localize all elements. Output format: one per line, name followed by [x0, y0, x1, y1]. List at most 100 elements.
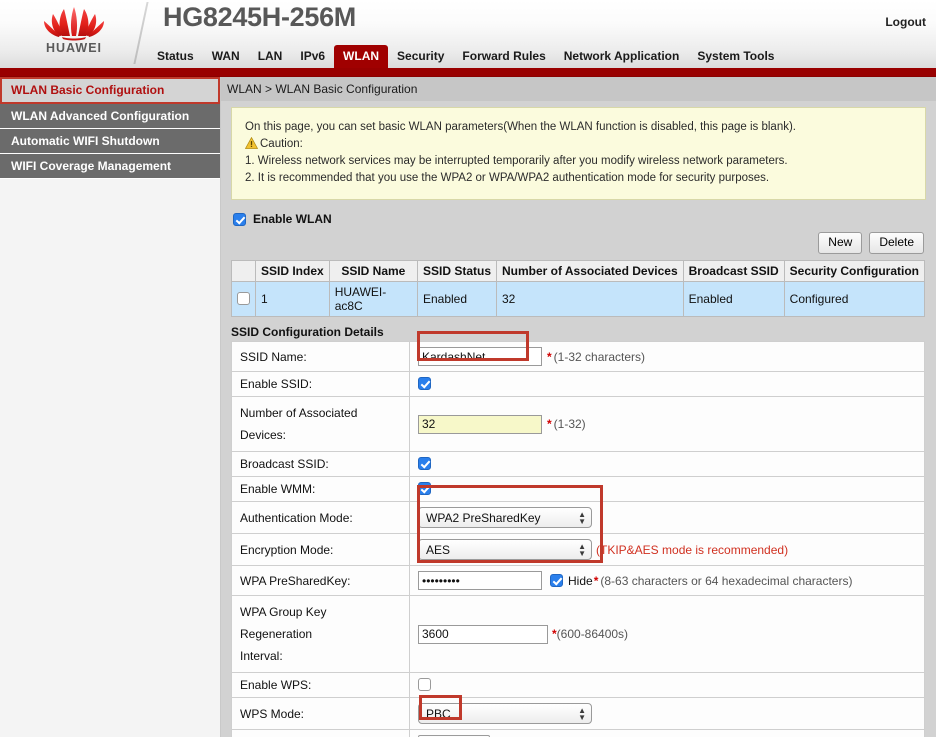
field-enable-wps-cell [410, 673, 925, 698]
nav-item-ipv6[interactable]: IPv6 [291, 45, 334, 68]
row-select-cell[interactable] [232, 282, 256, 317]
chevron-updown-icon: ▲▼ [578, 707, 586, 721]
row-wps-mode: WPS Mode: PBC ▲▼ [232, 698, 925, 730]
cell-security-configuration: Configured [784, 282, 924, 317]
hide-password-checkbox[interactable] [550, 574, 563, 587]
ssid-list-table: SSID Index SSID Name SSID Status Number … [231, 260, 925, 317]
sidebar-item-wlan-basic-configuration[interactable]: WLAN Basic Configuration [0, 77, 220, 104]
label-ssid-name: SSID Name: [232, 342, 410, 372]
logout-link[interactable]: Logout [885, 15, 926, 29]
nav-item-wan[interactable]: WAN [203, 45, 249, 68]
wpa-key-required: * [594, 574, 599, 588]
table-action-buttons: New Delete [221, 232, 924, 254]
row-authentication-mode: Authentication Mode: WPA2 PreSharedKey ▲… [232, 502, 925, 534]
wpa-key-hint: (8-63 characters or 64 hexadecimal chara… [600, 574, 852, 588]
col-ssid-status: SSID Status [417, 261, 496, 282]
col-num-associated-devices: Number of Associated Devices [497, 261, 684, 282]
label-group-key-line1: WPA Group Key Regeneration [240, 601, 401, 645]
field-wps-mode-cell: PBC ▲▼ [410, 698, 925, 730]
label-encryption-mode: Encryption Mode: [232, 534, 410, 566]
enable-wlan-row: Enable WLAN [233, 212, 936, 226]
delete-button[interactable]: Delete [869, 232, 924, 254]
page-body: WLAN Basic Configuration WLAN Advanced C… [0, 77, 936, 737]
chevron-updown-icon: ▲▼ [578, 511, 586, 525]
row-select-checkbox[interactable] [237, 292, 250, 305]
nav-item-network-application[interactable]: Network Application [555, 45, 689, 68]
enable-ssid-checkbox[interactable] [418, 377, 431, 390]
field-wpa-presharedkey-cell: Hide * (8-63 characters or 64 hexadecima… [410, 566, 925, 596]
hide-password-label: Hide [568, 574, 593, 588]
chevron-updown-icon: ▲▼ [578, 543, 586, 557]
field-enable-ssid-cell [410, 372, 925, 397]
nav-item-forward-rules[interactable]: Forward Rules [453, 45, 554, 68]
info-box: On this page, you can set basic WLAN par… [231, 107, 926, 200]
group-key-interval-input[interactable] [418, 625, 548, 644]
wps-mode-value: PBC [426, 707, 451, 721]
enable-wps-checkbox[interactable] [418, 678, 431, 691]
row-group-key-interval: WPA Group Key Regeneration Interval: * (… [232, 596, 925, 673]
brand-text: HUAWEI [22, 41, 126, 55]
label-authentication-mode: Authentication Mode: [232, 502, 410, 534]
field-num-devices-cell: * (1-32) [410, 397, 925, 452]
nav-item-system-tools[interactable]: System Tools [688, 45, 783, 68]
brand-logo: HUAWEI [22, 4, 126, 62]
sidebar-item-wifi-coverage-management[interactable]: WIFI Coverage Management [0, 154, 220, 179]
label-num-associated-devices: Number of Associated Devices: [232, 397, 410, 452]
nav-item-wlan[interactable]: WLAN [334, 45, 388, 68]
field-ssid-name-cell: * (1-32 characters) [410, 342, 925, 372]
info-line-2: 1. Wireless network services may be inte… [245, 153, 912, 170]
enable-wmm-checkbox[interactable] [418, 482, 431, 495]
sidebar-item-wlan-advanced-configuration[interactable]: WLAN Advanced Configuration [0, 104, 220, 129]
content-inner: On this page, you can set basic WLAN par… [221, 107, 936, 737]
info-caution-line: Caution: [245, 136, 912, 153]
label-group-key-line2: Interval: [240, 645, 401, 667]
num-associated-devices-input[interactable] [418, 415, 542, 434]
nav-item-security[interactable]: Security [388, 45, 453, 68]
enable-wlan-label: Enable WLAN [253, 212, 332, 226]
wps-mode-select[interactable]: PBC ▲▼ [418, 703, 592, 724]
wpa-presharedkey-input[interactable] [418, 571, 542, 590]
page-header: HUAWEI HG8245H-256M Logout Status WAN LA… [0, 0, 936, 68]
sidebar-item-automatic-wifi-shutdown[interactable]: Automatic WIFI Shutdown [0, 129, 220, 154]
cell-ssid-index: 1 [256, 282, 330, 317]
table-header-row: SSID Index SSID Name SSID Status Number … [232, 261, 925, 282]
field-authentication-mode-cell: WPA2 PreSharedKey ▲▼ [410, 502, 925, 534]
label-num-devices-line2: Devices: [240, 424, 401, 446]
table-row[interactable]: 1 HUAWEI-ac8C Enabled 32 Enabled Configu… [232, 282, 925, 317]
nav-item-lan[interactable]: LAN [249, 45, 292, 68]
field-enable-wmm-cell [410, 477, 925, 502]
content-area: WLAN > WLAN Basic Configuration On this … [221, 77, 936, 737]
header-accent-bar [0, 68, 936, 77]
row-enable-ssid: Enable SSID: [232, 372, 925, 397]
cell-ssid-status: Enabled [417, 282, 496, 317]
ssid-name-input[interactable] [418, 347, 542, 366]
field-pbc-cell: Start WPS [410, 730, 925, 737]
label-group-key-interval: WPA Group Key Regeneration Interval: [232, 596, 410, 673]
row-enable-wmm: Enable WMM: [232, 477, 925, 502]
huawei-logo-icon [22, 4, 126, 42]
cell-broadcast-ssid: Enabled [683, 282, 784, 317]
num-devices-required: * [547, 417, 552, 431]
label-wps-mode: WPS Mode: [232, 698, 410, 730]
nav-item-status[interactable]: Status [148, 45, 203, 68]
col-ssid-name: SSID Name [329, 261, 417, 282]
new-button[interactable]: New [818, 232, 862, 254]
section-title-ssid-config-details: SSID Configuration Details [231, 325, 926, 339]
col-ssid-index: SSID Index [256, 261, 330, 282]
info-line-1: On this page, you can set basic WLAN par… [245, 119, 912, 136]
enable-wlan-checkbox[interactable] [233, 213, 246, 226]
authentication-mode-select[interactable]: WPA2 PreSharedKey ▲▼ [418, 507, 592, 528]
warning-triangle-icon [245, 137, 258, 149]
row-enable-wps: Enable WPS: [232, 673, 925, 698]
field-encryption-mode-cell: AES ▲▼ (TKIP&AES mode is recommended) [410, 534, 925, 566]
col-security-configuration: Security Configuration [784, 261, 924, 282]
label-pbc: PBC: [232, 730, 410, 737]
main-nav: Status WAN LAN IPv6 WLAN Security Forwar… [148, 45, 783, 68]
encryption-mode-select[interactable]: AES ▲▼ [418, 539, 592, 560]
page-title: HG8245H-256M [163, 2, 356, 33]
label-enable-wps: Enable WPS: [232, 673, 410, 698]
label-broadcast-ssid: Broadcast SSID: [232, 452, 410, 477]
row-broadcast-ssid: Broadcast SSID: [232, 452, 925, 477]
label-enable-ssid: Enable SSID: [232, 372, 410, 397]
broadcast-ssid-checkbox[interactable] [418, 457, 431, 470]
